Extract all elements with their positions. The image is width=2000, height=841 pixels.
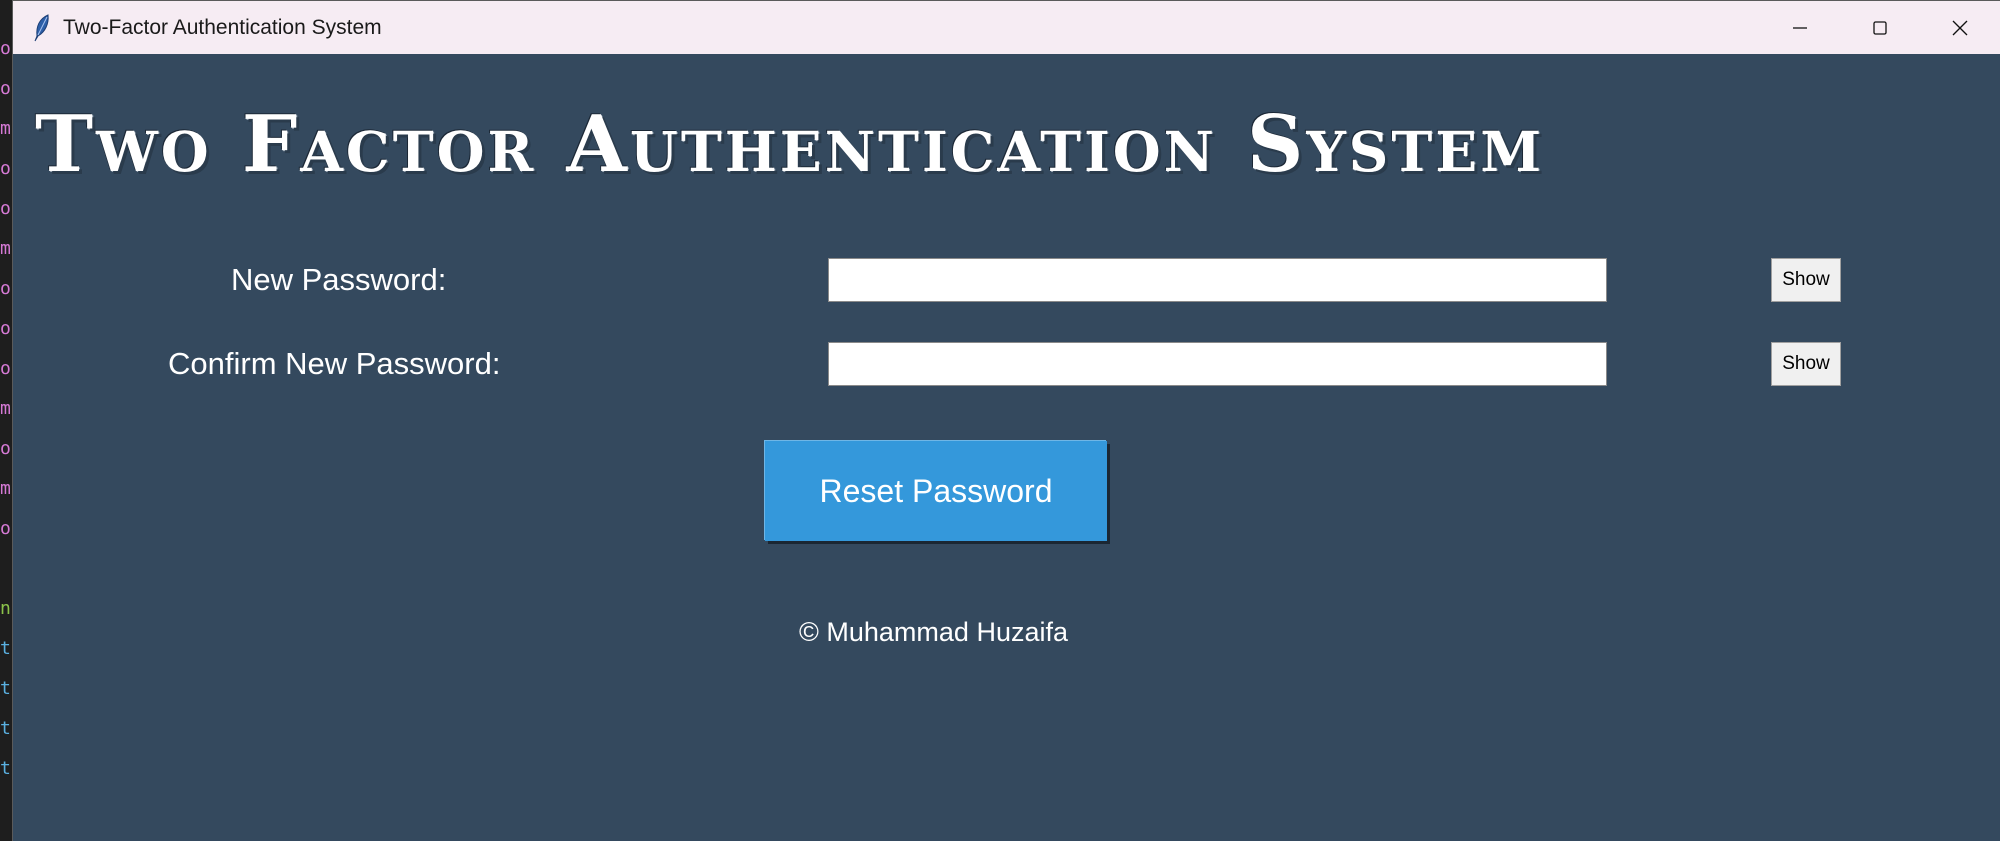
- close-icon: [1952, 20, 1968, 35]
- copyright-footer: © Muhammad Huzaifa: [799, 617, 1068, 647]
- title-bar[interactable]: Two-Factor Authentication System: [13, 1, 2000, 54]
- show-confirm-password-button[interactable]: Show: [1771, 342, 1841, 386]
- show-new-password-button[interactable]: Show: [1771, 258, 1841, 302]
- page-title: Two Factor Authentication System: [35, 99, 1545, 190]
- maximize-icon: [1873, 20, 1887, 35]
- reset-password-button[interactable]: Reset Password: [765, 441, 1107, 541]
- window-title: Two-Factor Authentication System: [63, 15, 382, 39]
- feather-icon: [31, 13, 53, 43]
- app-window: Two-Factor Authentication System Two Fac…: [12, 0, 2000, 841]
- new-password-field[interactable]: [828, 258, 1607, 302]
- new-password-label: New Password:: [231, 262, 447, 297]
- maximize-button[interactable]: [1840, 1, 1920, 54]
- close-button[interactable]: [1920, 1, 2000, 54]
- minimize-button[interactable]: [1760, 1, 1840, 54]
- minimize-icon: [1793, 26, 1807, 29]
- confirm-password-field[interactable]: [828, 342, 1607, 386]
- confirm-password-label: Confirm New Password:: [168, 346, 501, 381]
- window-controls: [1760, 1, 2000, 54]
